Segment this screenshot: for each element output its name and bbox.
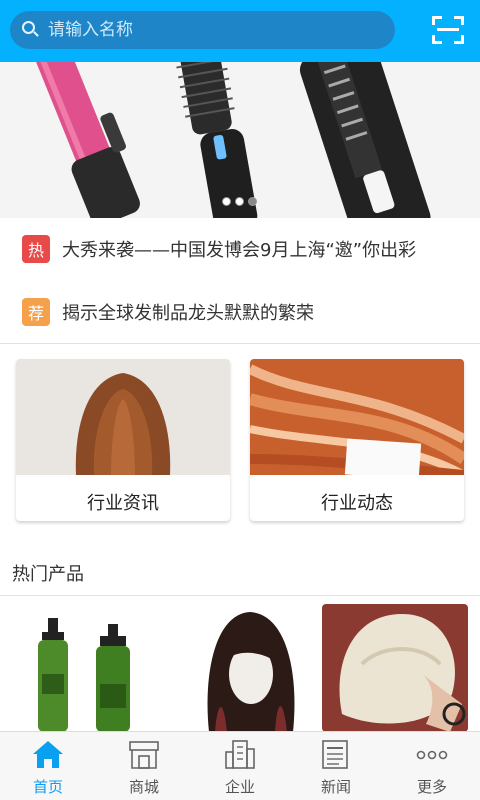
bottom-tab-bar: 首页 商城 企业 新闻 更多 — [0, 731, 480, 800]
hot-tag-badge: 热 — [22, 235, 50, 263]
carousel-dots — [222, 197, 257, 206]
card-industry-info[interactable]: 行业资讯 — [16, 359, 230, 521]
card-label: 行业动态 — [321, 493, 393, 514]
product-image-wig — [195, 604, 305, 732]
card-label: 行业资讯 — [87, 493, 159, 514]
hair-closeup-image — [250, 359, 464, 480]
carousel-dot[interactable] — [222, 197, 231, 206]
home-icon — [33, 741, 63, 768]
tab-news[interactable]: 新闻 — [288, 732, 384, 800]
product-image-blonde-hair — [322, 604, 468, 732]
search-box[interactable] — [10, 11, 395, 49]
product-item[interactable] — [195, 604, 305, 732]
divider — [0, 595, 480, 596]
tab-home[interactable]: 首页 — [0, 732, 96, 800]
card-industry-news[interactable]: 行业动态 — [250, 359, 464, 521]
building-icon — [225, 740, 255, 769]
tab-label: 新闻 — [320, 778, 351, 796]
search-input[interactable] — [48, 20, 368, 40]
divider — [0, 343, 480, 344]
search-icon — [22, 21, 40, 39]
hair-image — [16, 359, 230, 475]
tab-label: 商城 — [128, 778, 159, 796]
store-icon — [129, 741, 159, 769]
news-item-recommended[interactable]: 荐 揭示全球发制品龙头默默的繁荣 — [0, 281, 480, 343]
recommended-tag-badge: 荐 — [22, 298, 50, 326]
top-bar — [0, 0, 480, 62]
carousel-dot[interactable] — [235, 197, 244, 206]
section-title: 热门产品 — [12, 564, 84, 585]
news-icon — [322, 740, 348, 769]
carousel-dot-active[interactable] — [248, 197, 257, 206]
tab-more[interactable]: 更多 — [384, 732, 480, 800]
news-item-hot[interactable]: 热 大秀来袭——中国发博会9月上海“邀”你出彩 — [0, 218, 480, 280]
tab-label: 更多 — [416, 778, 447, 796]
tab-label: 企业 — [224, 778, 255, 796]
news-headline: 大秀来袭——中国发博会9月上海“邀”你出彩 — [62, 240, 417, 261]
product-item[interactable] — [30, 604, 170, 732]
tab-mall[interactable]: 商城 — [96, 732, 192, 800]
product-image-bottles — [30, 604, 170, 732]
tab-enterprise[interactable]: 企业 — [192, 732, 288, 800]
banner-carousel[interactable] — [0, 62, 480, 218]
product-item[interactable] — [322, 604, 468, 732]
banner-image — [0, 62, 480, 218]
tab-label: 首页 — [32, 778, 63, 796]
news-headline: 揭示全球发制品龙头默默的繁荣 — [62, 303, 314, 324]
scan-icon[interactable] — [430, 14, 466, 46]
more-icon — [416, 750, 448, 760]
